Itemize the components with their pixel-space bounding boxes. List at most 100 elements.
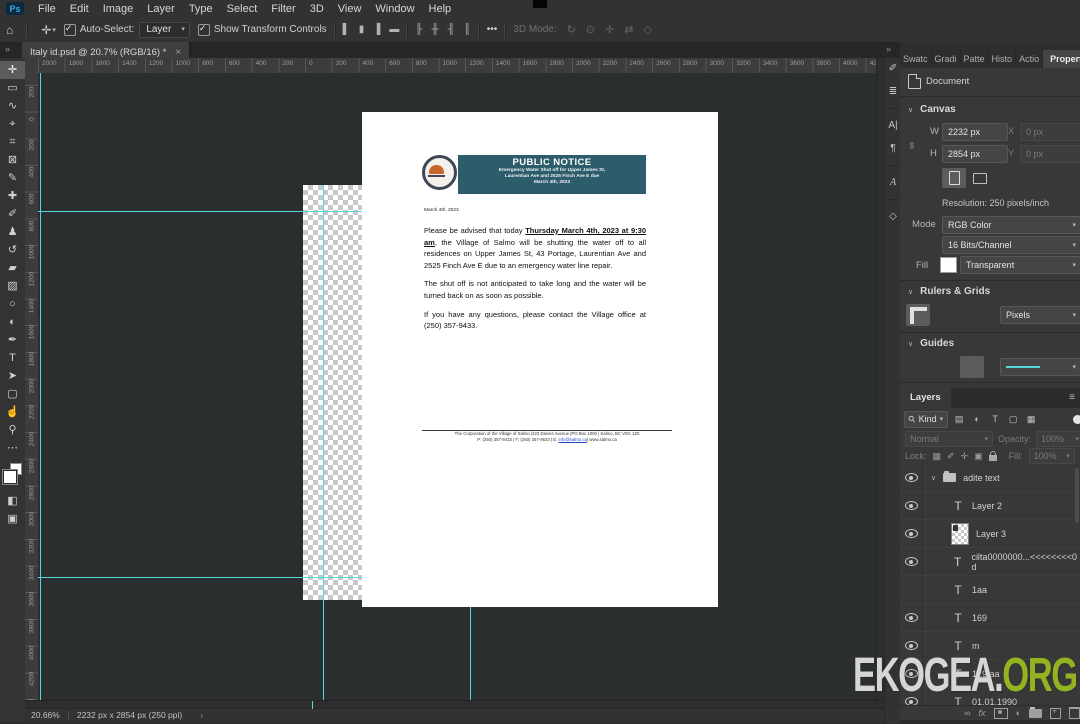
lasso-tool[interactable]: ∿ (0, 97, 25, 115)
group-expand-icon[interactable]: ∨ (931, 474, 936, 482)
3d-panel-icon[interactable]: ◇ (889, 210, 897, 223)
layer-name[interactable]: adite text (963, 473, 1000, 483)
lock-pixels-icon[interactable]: ✐ (947, 451, 955, 462)
layer-style-icon[interactable]: fx (979, 708, 986, 718)
zoom-level-field[interactable]: 20.66% (31, 710, 60, 720)
layer-thumbnail[interactable] (951, 523, 969, 545)
layer-row[interactable]: Tcilta0000000...<<<<<<<<0 d (900, 548, 1080, 576)
align-center-icon[interactable]: ▮ (359, 24, 365, 35)
guide-vertical-page[interactable] (470, 607, 471, 700)
3d-orbit-icon[interactable]: ↻ (567, 23, 576, 36)
distribute-center-icon[interactable]: ╫ (431, 24, 438, 35)
brush-settings-icon[interactable]: ✐ (889, 62, 897, 75)
3d-slide-icon[interactable]: ⇄ (624, 23, 633, 36)
tab-swatc[interactable]: Swatc (900, 50, 932, 68)
move-tool-dropdown-icon[interactable]: ▾ (52, 26, 56, 34)
hand-tool[interactable]: ☝ (0, 403, 25, 421)
align-left-icon[interactable]: ▌ (343, 24, 350, 35)
crop-tool[interactable]: ⌗ (0, 133, 25, 151)
lock-artboard-icon[interactable]: ▣ (974, 451, 983, 462)
canvas-area[interactable]: PUBLIC NOTICE Emergency Water Shut off f… (38, 73, 876, 700)
tab-properties[interactable]: Properties (1043, 50, 1080, 68)
menu-3d[interactable]: 3D (303, 3, 331, 15)
paragraph-panel-icon[interactable]: ¶ (890, 142, 895, 155)
lock-transparent-icon[interactable]: ▦ (933, 451, 942, 462)
guide-vertical-left[interactable] (40, 73, 41, 700)
path-selection-tool[interactable]: ➤ (0, 367, 25, 385)
home-icon[interactable]: ⌂ (0, 23, 19, 37)
panel-collapse-icon[interactable]: » (886, 44, 891, 54)
menu-image[interactable]: Image (96, 3, 141, 15)
filter-pixel-layers-icon[interactable]: ▤ (952, 414, 966, 425)
layer-name[interactable]: cilta0000000...<<<<<<<<0 d (971, 552, 1080, 572)
3d-pan-icon[interactable]: ✛ (605, 23, 614, 36)
eyedropper-tool[interactable]: ✎ (0, 169, 25, 187)
layers-menu-icon[interactable]: ≡ (1069, 392, 1075, 403)
filter-type-layers-icon[interactable]: T (988, 414, 1002, 424)
blur-tool[interactable]: ○ (0, 295, 25, 313)
menu-type[interactable]: Type (182, 3, 220, 15)
pen-tool[interactable]: ✒ (0, 331, 25, 349)
canvas-section-header[interactable]: ∨Canvas (908, 104, 956, 115)
foreground-color-swatch[interactable] (3, 470, 17, 484)
rectangle-tool[interactable]: ▢ (0, 385, 25, 403)
toggle-snap-icon[interactable] (960, 304, 984, 326)
link-dimensions-icon[interactable]: ∞ (906, 142, 917, 149)
ruler-horizontal[interactable]: 2000180016001400120010008006004002000200… (38, 58, 876, 74)
clear-guides-icon[interactable] (960, 356, 984, 378)
visibility-eye-icon[interactable] (900, 604, 923, 631)
width-field[interactable]: 2232 px (942, 123, 1008, 141)
show-transform-checkbox[interactable] (198, 24, 210, 36)
height-field[interactable]: 2854 px (942, 145, 1008, 163)
quick-selection-tool[interactable]: ⌖ (0, 115, 25, 133)
layer-row[interactable]: ∨ adite text (900, 464, 1080, 492)
zoom-tool[interactable]: ⚲ (0, 421, 25, 439)
ruler-corner[interactable] (25, 58, 39, 74)
orientation-landscape-button[interactable] (968, 168, 992, 188)
new-group-icon[interactable] (1029, 709, 1042, 718)
character-panel-icon[interactable]: A| (888, 119, 897, 132)
layer-name[interactable]: 1aa (972, 585, 987, 595)
distribute-left-icon[interactable]: ╟ (415, 24, 422, 35)
link-layers-icon[interactable]: ∞ (964, 708, 970, 718)
lock-all-icon[interactable] (989, 455, 997, 461)
lock-guides-icon[interactable] (933, 356, 957, 378)
visibility-eye-icon[interactable] (900, 520, 923, 547)
menu-layer[interactable]: Layer (140, 3, 182, 15)
units-dropdown[interactable]: Pixels▾ (1000, 306, 1080, 324)
visibility-eye-empty[interactable] (900, 576, 923, 603)
lock-position-icon[interactable]: ✛ (961, 451, 969, 462)
glyphs-panel-icon[interactable]: A (890, 176, 896, 189)
color-swatches[interactable] (0, 462, 25, 492)
distribute-right-icon[interactable]: ╢ (448, 24, 455, 35)
3d-camera-icon[interactable]: ◇ (644, 23, 652, 36)
bit-depth-dropdown[interactable]: 16 Bits/Channel▾ (942, 236, 1080, 254)
delete-layer-icon[interactable] (1069, 707, 1080, 719)
mode-dropdown[interactable]: RGB Color▾ (942, 216, 1080, 234)
healing-brush-tool[interactable]: ✚ (0, 187, 25, 205)
history-brush-tool[interactable]: ↺ (0, 241, 25, 259)
filter-shape-layers-icon[interactable]: ▢ (1006, 414, 1020, 425)
align-top-icon[interactable]: ▬ (389, 24, 399, 35)
quick-mask-icon[interactable]: ◧ (0, 492, 25, 510)
menu-view[interactable]: View (331, 3, 369, 15)
layer-row[interactable]: T1aa (900, 576, 1080, 604)
menu-filter[interactable]: Filter (264, 3, 302, 15)
rectangular-marquee-tool[interactable]: ▭ (0, 79, 25, 97)
status-chevron-icon[interactable]: › (200, 710, 203, 720)
brush-tool[interactable]: ✐ (0, 205, 25, 223)
tab-gradi[interactable]: Gradi (932, 50, 961, 68)
rulers-grids-section-header[interactable]: ∨Rulers & Grids (908, 286, 990, 297)
more-options-icon[interactable]: ••• (487, 24, 498, 35)
layers-scrollbar-thumb[interactable] (1075, 468, 1079, 523)
add-mask-icon[interactable] (994, 708, 1008, 719)
toggle-guides-icon[interactable] (906, 356, 930, 378)
close-icon[interactable]: × (175, 47, 181, 58)
menu-file[interactable]: File (31, 3, 63, 15)
layer-row[interactable]: Layer 3 (900, 520, 1080, 548)
visibility-eye-icon[interactable] (900, 492, 923, 519)
guide-horizontal-bottom[interactable] (38, 577, 362, 578)
toggle-grid-icon[interactable] (933, 304, 957, 326)
filter-toggle-icon[interactable] (1073, 415, 1080, 424)
screen-mode-icon[interactable]: ▣ (0, 510, 25, 528)
